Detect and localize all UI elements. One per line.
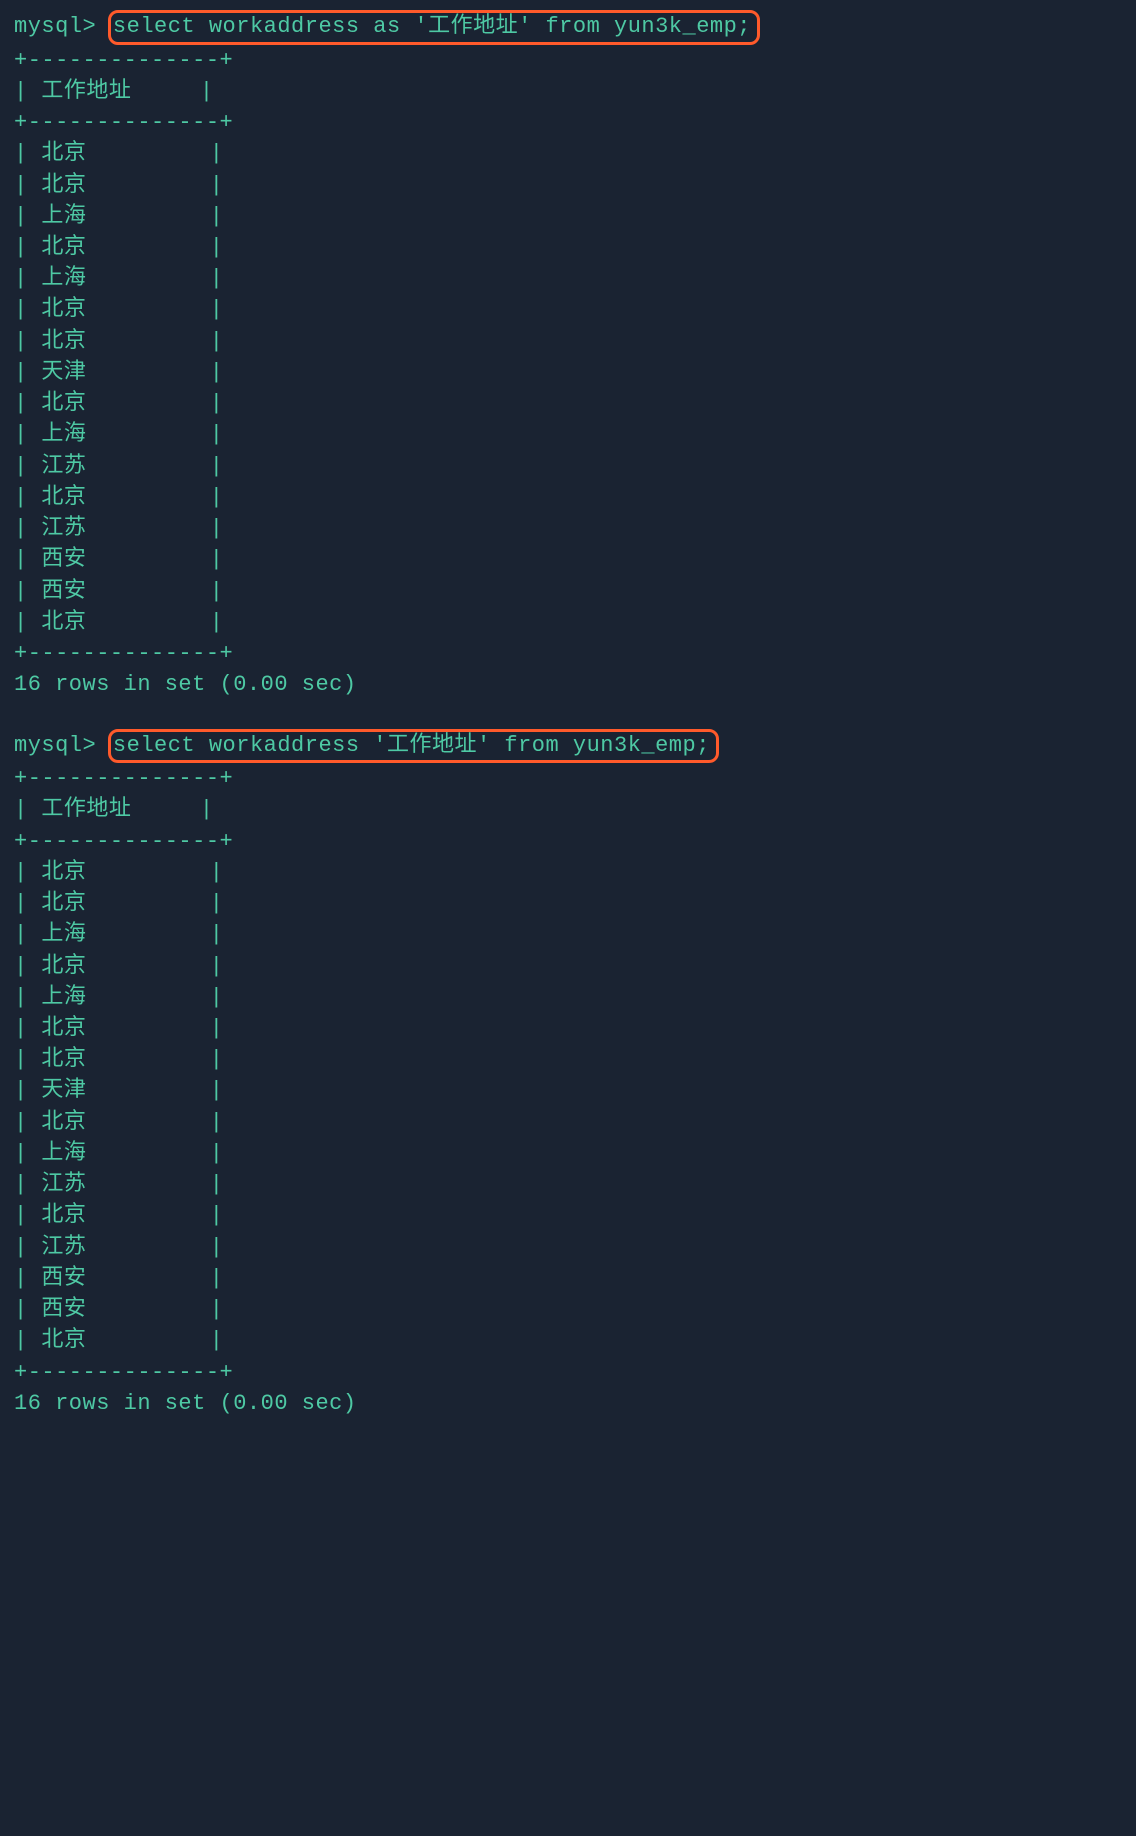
table-header-row: | 工作地址 |: [14, 76, 1122, 107]
table-row: | 江苏 |: [14, 1232, 1122, 1263]
highlighted-query-1: select workaddress as '工作地址' from yun3k_…: [108, 10, 760, 45]
table-row: | 北京 |: [14, 482, 1122, 513]
table-row: | 北京 |: [14, 326, 1122, 357]
mysql-prompt: mysql>: [14, 14, 96, 39]
mysql-prompt: mysql>: [14, 733, 96, 758]
table-row: | 上海 |: [14, 1138, 1122, 1169]
table-header-row: | 工作地址 |: [14, 794, 1122, 825]
table-row: | 江苏 |: [14, 451, 1122, 482]
column-header: 工作地址: [41, 797, 131, 822]
table-row: | 上海 |: [14, 919, 1122, 950]
table-row: | 北京 |: [14, 170, 1122, 201]
table-row: | 江苏 |: [14, 513, 1122, 544]
table-row: | 北京 |: [14, 888, 1122, 919]
table-border: +--------------+: [14, 763, 1122, 794]
table-row: | 北京 |: [14, 607, 1122, 638]
table-row: | 北京 |: [14, 1044, 1122, 1075]
highlighted-query-2: select workaddress '工作地址' from yun3k_emp…: [108, 729, 719, 764]
table-row: | 北京 |: [14, 294, 1122, 325]
table-row: | 江苏 |: [14, 1169, 1122, 1200]
table-row: | 西安 |: [14, 576, 1122, 607]
table-row: | 北京 |: [14, 1107, 1122, 1138]
table-row: | 天津 |: [14, 357, 1122, 388]
table-row: | 北京 |: [14, 1013, 1122, 1044]
table-border: +--------------+: [14, 826, 1122, 857]
table-row: | 北京 |: [14, 388, 1122, 419]
table-row: | 天津 |: [14, 1075, 1122, 1106]
table-row: | 上海 |: [14, 419, 1122, 450]
table-border: +--------------+: [14, 638, 1122, 669]
table-row: | 北京 |: [14, 232, 1122, 263]
table-row: | 北京 |: [14, 1325, 1122, 1356]
query-line-1: mysql> select workaddress as '工作地址' from…: [14, 10, 1122, 45]
terminal-output: mysql> select workaddress as '工作地址' from…: [0, 0, 1136, 1439]
table-border: +--------------+: [14, 1357, 1122, 1388]
table-row: | 北京 |: [14, 138, 1122, 169]
column-header: 工作地址: [41, 79, 131, 104]
table-row: | 上海 |: [14, 982, 1122, 1013]
query-line-2: mysql> select workaddress '工作地址' from yu…: [14, 729, 1122, 764]
table-row: | 北京 |: [14, 951, 1122, 982]
table-border: +--------------+: [14, 45, 1122, 76]
table-row: | 北京 |: [14, 1200, 1122, 1231]
table-row: | 西安 |: [14, 544, 1122, 575]
table-border: +--------------+: [14, 107, 1122, 138]
result-footer: 16 rows in set (0.00 sec): [14, 1388, 1122, 1419]
table-row: | 西安 |: [14, 1294, 1122, 1325]
table-row: | 上海 |: [14, 263, 1122, 294]
result-footer: 16 rows in set (0.00 sec): [14, 669, 1122, 700]
table-row: | 北京 |: [14, 857, 1122, 888]
table-row: | 上海 |: [14, 201, 1122, 232]
table-row: | 西安 |: [14, 1263, 1122, 1294]
